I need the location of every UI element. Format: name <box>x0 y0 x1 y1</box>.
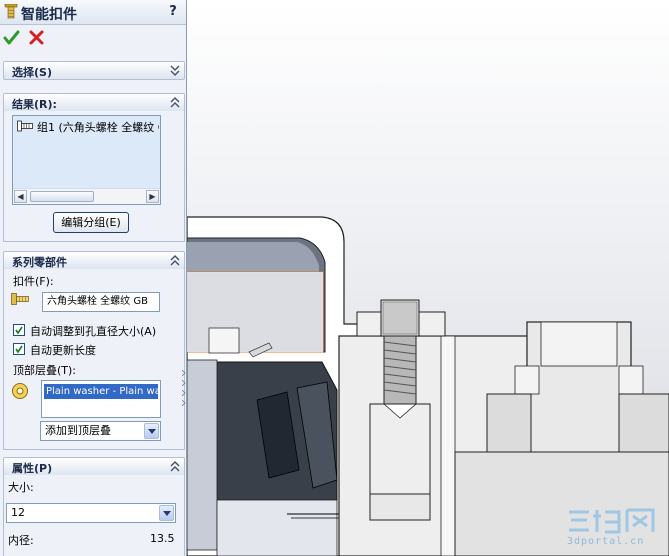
washer-icon <box>12 383 28 399</box>
bolt-head-face <box>382 301 418 335</box>
section-results-title: 结果(R): <box>12 98 57 111</box>
lower-ring <box>216 499 338 556</box>
graphics-viewport[interactable]: 3dportal.cn <box>187 0 669 556</box>
bracket-detail <box>208 327 240 354</box>
panel-title: 智能扣件 <box>21 7 77 23</box>
nut-part <box>369 493 431 521</box>
scroll-right-button[interactable]: ▶ <box>146 190 159 203</box>
auto-length-checkbox[interactable] <box>13 343 25 355</box>
fastener-icon <box>4 4 18 19</box>
chevron-up-double-icon <box>170 97 180 108</box>
fastener-field[interactable]: 六角头螺栓 全螺纹 GB <box>42 292 160 312</box>
help-button[interactable]: ? <box>166 4 180 19</box>
section-selection-header[interactable]: 选择(S) <box>3 61 185 80</box>
scroll-thumb[interactable] <box>30 191 94 202</box>
chevron-down-icon <box>144 423 159 439</box>
right-nut-right <box>618 365 644 395</box>
bolt-icon <box>17 120 33 132</box>
add-top-stack-select[interactable]: 添加到顶层叠 <box>40 421 161 441</box>
ok-check-icon[interactable] <box>3 29 20 46</box>
size-label: 大小: <box>8 481 34 494</box>
right-block-left <box>486 393 532 453</box>
panel-splitter-grip[interactable] <box>182 368 186 408</box>
panel-title-bar: 智能扣件 ? <box>0 0 186 25</box>
top-stack-list[interactable]: Plain washer - Plain was <box>41 380 161 418</box>
section-series-header[interactable]: 系列零部件 <box>3 251 185 270</box>
size-value: 12 <box>11 506 25 519</box>
top-stack-item[interactable]: Plain washer - Plain was <box>44 384 158 399</box>
size-select[interactable]: 12 <box>6 503 176 523</box>
auto-size-label: 自动调整到孔直径大小(A) <box>30 325 157 338</box>
chevron-down-icon <box>159 505 174 521</box>
inner-diameter-value: 13.5 <box>150 532 175 545</box>
results-item-label: 组1 (六角头螺栓 全螺纹 GB <box>37 121 159 134</box>
confirm-row <box>0 26 186 50</box>
chevron-down-double-icon <box>170 65 180 76</box>
right-nut-left <box>514 365 540 395</box>
property-manager-panel: 智能扣件 ? 选择(S) 结果(R): 组1 (六角头螺栓 全螺纹 ◀ ▶ 编辑… <box>0 0 187 556</box>
watermark-text: 3dportal.cn <box>567 536 645 547</box>
cancel-x-icon[interactable] <box>28 29 45 46</box>
results-horizontal-scrollbar[interactable]: ◀ ▶ <box>13 188 160 204</box>
add-top-stack-value: 添加到顶层叠 <box>45 424 111 437</box>
auto-length-label: 自动更新长度 <box>30 344 96 357</box>
inner-diameter-label: 内径: <box>8 534 34 547</box>
results-list[interactable]: 组1 (六角头螺栓 全螺纹 GB ◀ ▶ <box>12 115 161 205</box>
section-results-header[interactable]: 结果(R): <box>3 93 185 112</box>
chevron-up-double-icon <box>170 255 180 266</box>
results-list-item[interactable]: 组1 (六角头螺栓 全螺纹 GB <box>13 116 160 188</box>
right-block-right <box>618 393 669 453</box>
chevron-up-double-icon <box>170 461 180 472</box>
section-properties-title: 属性(P) <box>12 462 53 475</box>
top-stack-label: 顶部层叠(T): <box>13 364 77 377</box>
assembly-section-view <box>187 216 669 556</box>
section-selection-title: 选择(S) <box>12 66 52 79</box>
right-column-head <box>540 321 618 367</box>
inner-part <box>187 272 323 352</box>
watermark-logo <box>569 508 655 534</box>
scroll-left-button[interactable]: ◀ <box>14 190 27 203</box>
plate-divider <box>440 335 456 556</box>
auto-size-checkbox[interactable] <box>13 324 25 336</box>
fastener-label: 扣件(F): <box>13 275 54 288</box>
cavity-highlight <box>187 242 319 272</box>
edit-group-button[interactable]: 编辑分组(E) <box>53 212 129 233</box>
section-properties-header[interactable]: 属性(P) <box>3 457 185 476</box>
shaft-section <box>187 359 218 551</box>
section-series-title: 系列零部件 <box>12 256 67 269</box>
bolt-icon <box>11 293 29 305</box>
